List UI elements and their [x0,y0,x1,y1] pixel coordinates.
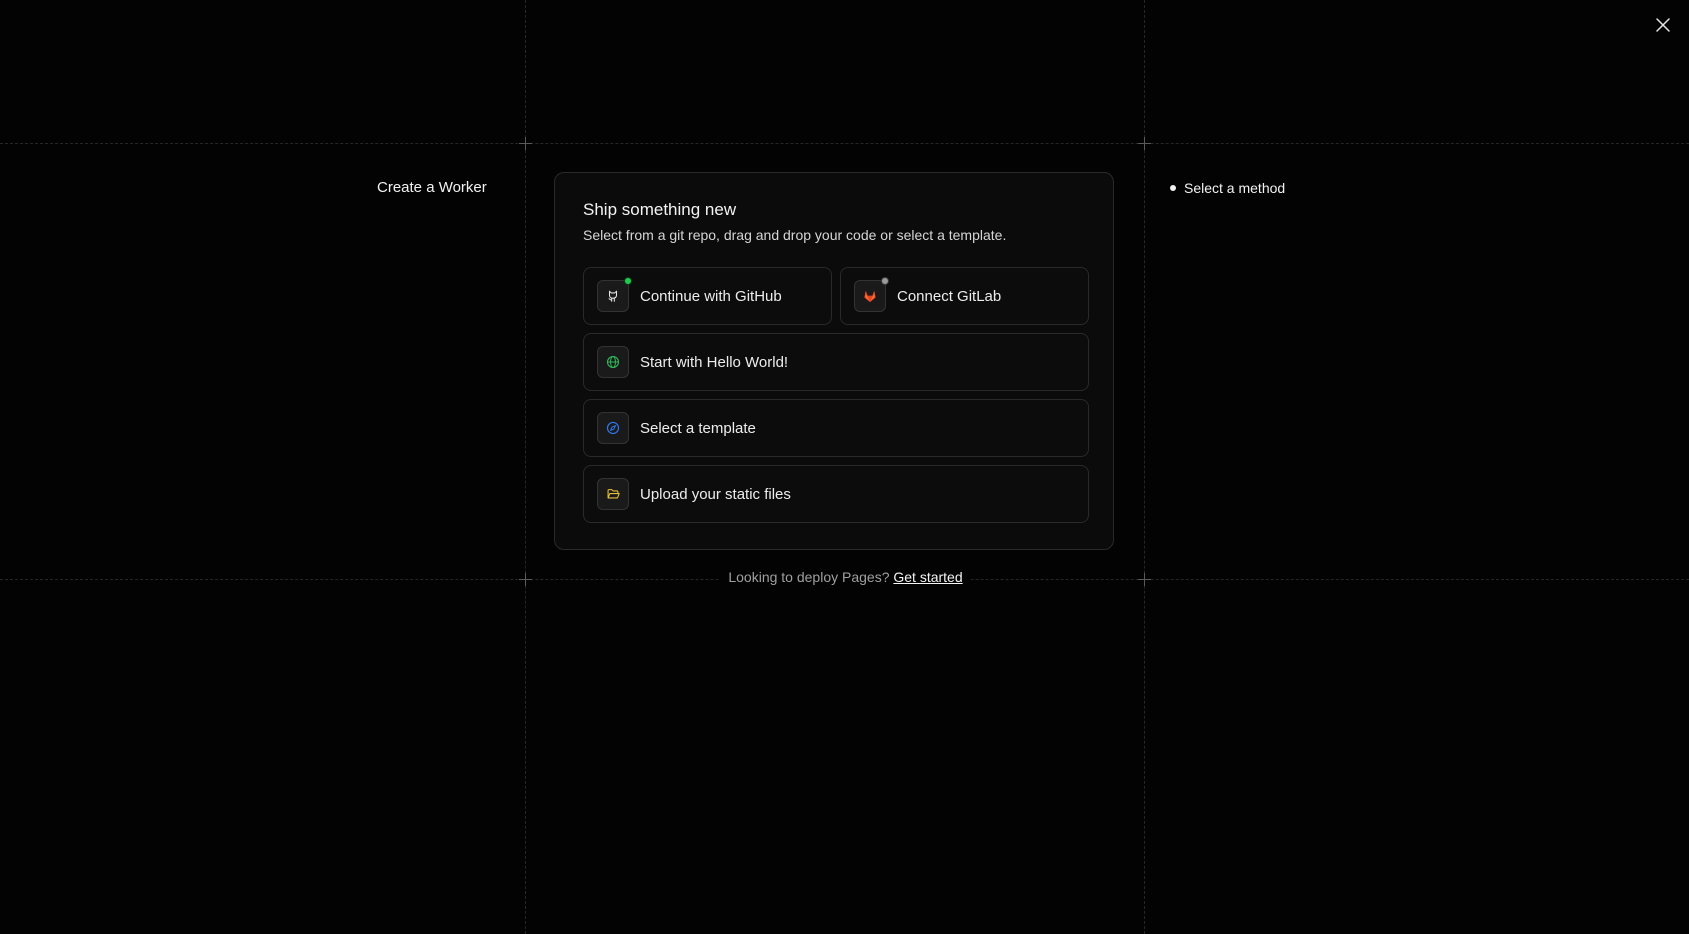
pages-deploy-prompt: Looking to deploy Pages? Get started [0,569,1689,585]
continue-with-github-button[interactable]: Continue with GitHub [583,267,832,325]
option-label: Start with Hello World! [640,353,789,371]
upload-static-files-button[interactable]: Upload your static files [583,465,1089,523]
compass-icon-box [597,412,629,444]
footer-text: Looking to deploy Pages? [728,569,890,585]
create-method-card: Ship something new Select from a git rep… [554,172,1114,550]
close-button[interactable] [1652,14,1674,36]
folder-icon-box [597,478,629,510]
footer-text-wrap: Looking to deploy Pages? Get started [720,569,971,585]
guide-line-top [0,143,1689,144]
folder-icon [607,489,620,499]
option-label: Continue with GitHub [640,287,782,305]
gitlab-icon [864,291,876,303]
github-icon-box [597,277,632,312]
select-a-template-button[interactable]: Select a template [583,399,1089,457]
get-started-link[interactable]: Get started [893,569,962,585]
card-subtitle: Select from a git repo, drag and drop yo… [583,227,1007,243]
gitlab-disconnected-indicator [881,277,889,285]
option-label: Connect GitLab [897,287,1002,305]
step-list: Select a method [1170,180,1285,196]
step-label: Select a method [1184,180,1286,196]
close-icon [1656,18,1670,32]
step-indicator-dot [1170,185,1176,191]
github-icon [608,290,618,302]
connect-gitlab-button[interactable]: Connect GitLab [840,267,1089,325]
step-select-method: Select a method [1170,180,1285,196]
option-label: Upload your static files [640,485,791,503]
start-with-hello-world-button[interactable]: Start with Hello World! [583,333,1089,391]
crosshair-marker [519,137,532,150]
globe-icon [606,355,620,369]
crosshair-marker [1138,137,1151,150]
compass-icon [606,421,620,435]
option-label: Select a template [640,419,756,437]
gitlab-icon-box [854,277,889,312]
page-title: Create a Worker [377,179,487,196]
github-connected-indicator [624,277,632,285]
globe-icon-box [597,346,629,378]
card-title: Ship something new [583,200,737,219]
